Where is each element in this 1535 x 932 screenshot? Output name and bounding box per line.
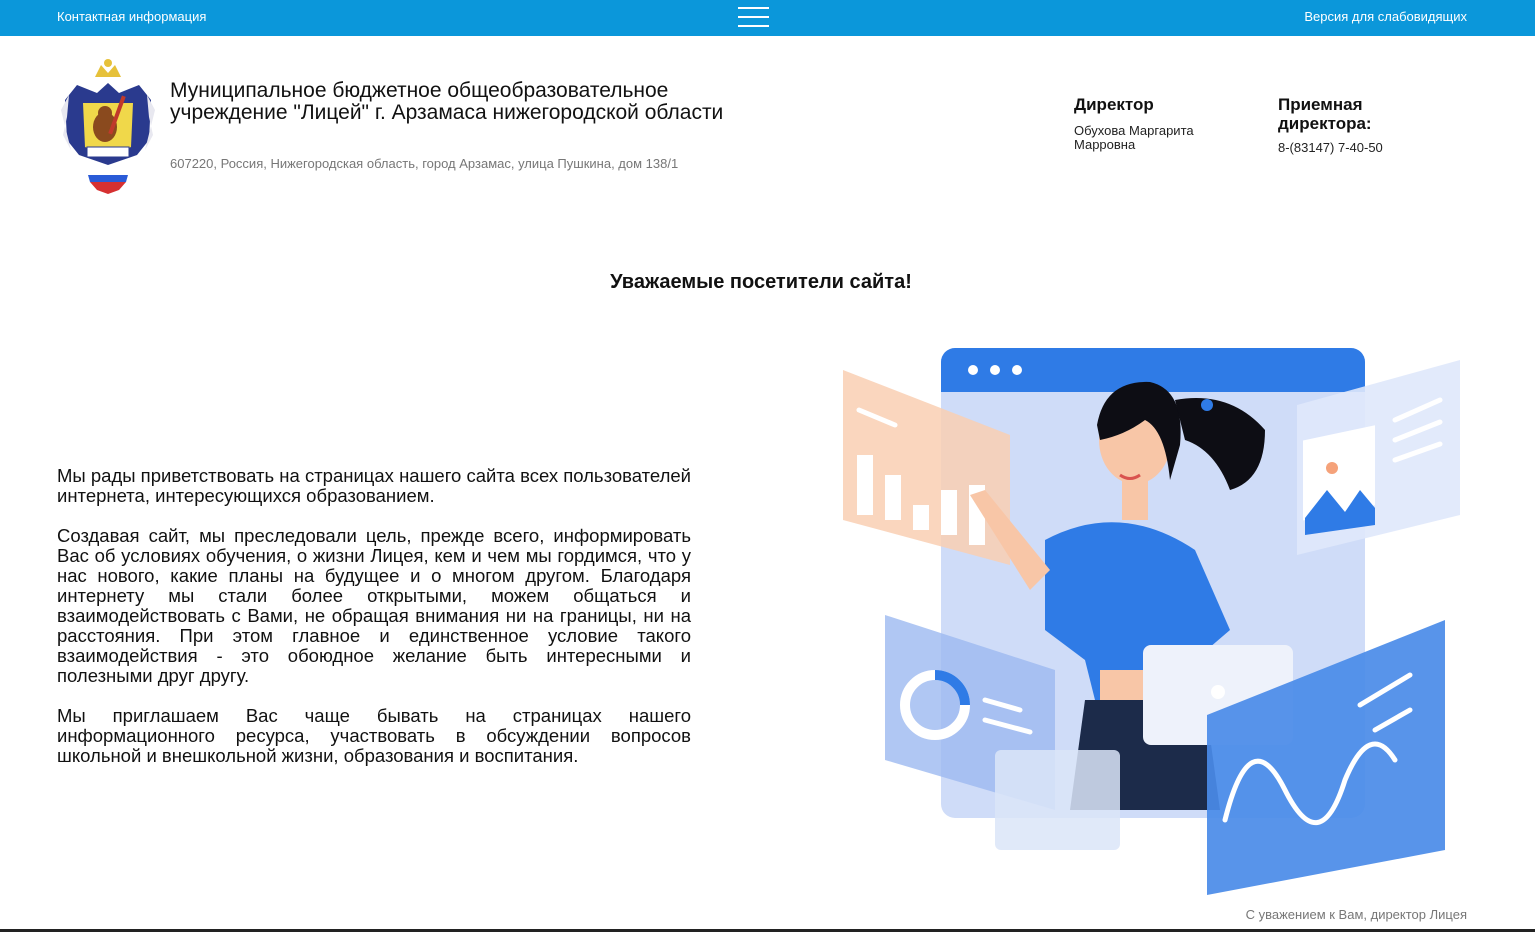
organization-name: Муниципальное бюджетное общеобразователь… [170, 79, 724, 124]
paragraph: Создавая сайт, мы преследовали цель, пре… [57, 525, 691, 686]
director-title: Директор [1074, 95, 1154, 114]
reception-phone[interactable]: 8-(83147) 7-40-50 [1278, 141, 1383, 155]
top-bar: Контактная информация Версия для слабови… [0, 0, 1535, 36]
reception-title: Приемная директора: [1278, 95, 1372, 133]
greeting-heading: Уважаемые посетители сайта! [610, 271, 912, 293]
paragraph: Мы приглашаем Вас чаще бывать на страниц… [57, 705, 691, 766]
hamburger-menu-icon[interactable] [738, 7, 769, 29]
accessibility-version-link[interactable]: Версия для слабовидящих [1304, 9, 1467, 24]
welcome-text: Мы рады приветствовать на страницах наше… [57, 466, 691, 786]
school-emblem-logo[interactable] [57, 55, 159, 195]
contact-info-link[interactable]: Контактная информация [57, 9, 206, 24]
organization-address: 607220, Россия, Нижегородская область, г… [170, 156, 679, 171]
woman-with-dashboards-illustration [835, 340, 1465, 900]
signature: С уважением к Вам, директор Лицея [1245, 907, 1467, 922]
paragraph: Мы рады приветствовать на страницах наше… [57, 465, 691, 506]
director-name: Обухова Маргарита Марровна [1074, 123, 1194, 152]
